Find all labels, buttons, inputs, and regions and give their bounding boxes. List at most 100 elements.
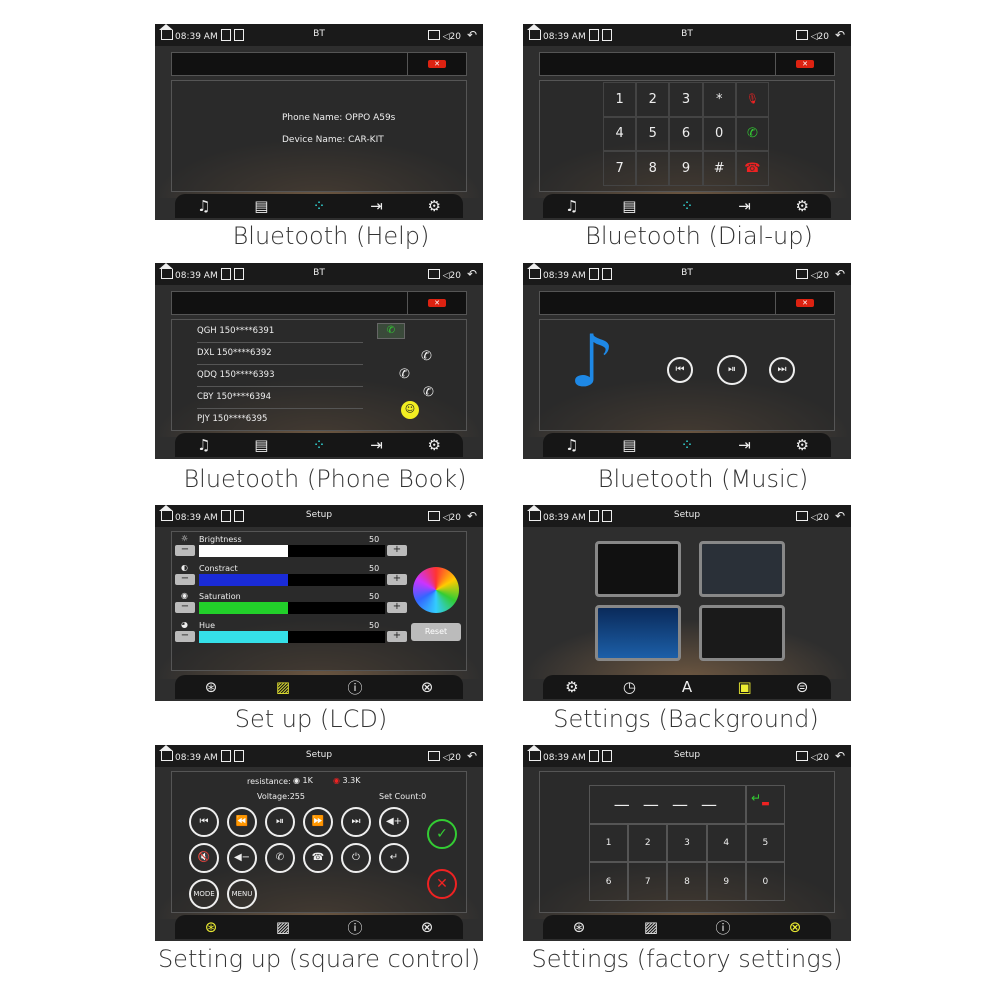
key[interactable]: 4: [603, 116, 637, 152]
wallpaper-option[interactable]: [595, 605, 681, 661]
contacts-icon[interactable]: ▤: [251, 436, 271, 454]
gear-icon[interactable]: ⚙: [792, 197, 812, 215]
volume-up-icon[interactable]: ◀+: [379, 807, 409, 837]
steering-wheel-icon[interactable]: ⊛: [201, 678, 221, 696]
font-icon[interactable]: A: [677, 678, 697, 696]
gear-icon[interactable]: ⚙: [792, 436, 812, 454]
power-icon[interactable]: ⏻: [341, 843, 371, 873]
key[interactable]: 0: [745, 862, 785, 901]
key[interactable]: 2: [636, 82, 670, 117]
back-icon[interactable]: ↶: [835, 28, 845, 42]
key[interactable]: 4: [706, 823, 746, 863]
return-icon[interactable]: ↵: [379, 843, 409, 873]
back-icon[interactable]: ↶: [835, 749, 845, 763]
gear-icon[interactable]: ⚙: [562, 678, 582, 696]
screen-icon[interactable]: [427, 751, 440, 761]
call-icon[interactable]: ✆: [735, 116, 769, 152]
key[interactable]: 9: [706, 862, 746, 901]
clock-settings-icon[interactable]: ◷: [619, 678, 639, 696]
volume-down-icon[interactable]: ◀−: [227, 843, 257, 873]
factory-icon[interactable]: ⊗: [417, 678, 437, 696]
hue-slider[interactable]: [199, 631, 385, 643]
number-input[interactable]: ✕: [539, 291, 835, 315]
key[interactable]: 0: [702, 116, 736, 152]
plus-button[interactable]: +: [387, 545, 407, 556]
confirm-icon[interactable]: ✓: [427, 819, 457, 849]
back-icon[interactable]: ↶: [467, 749, 477, 763]
dialpad-icon[interactable]: ⁘: [677, 436, 697, 454]
screen-icon[interactable]: [795, 511, 808, 521]
transfer-icon[interactable]: ⇥: [735, 436, 755, 454]
resistance-1k-radio[interactable]: ◉ 1K: [293, 776, 313, 785]
next-icon[interactable]: ⏭: [769, 357, 795, 383]
contact-item[interactable]: PJY 150****6395: [197, 409, 363, 431]
key[interactable]: #: [702, 151, 736, 186]
contact-item[interactable]: QDQ 150****6393: [197, 365, 363, 387]
key[interactable]: 9: [669, 151, 703, 186]
transfer-icon[interactable]: ⇥: [735, 197, 755, 215]
minus-button[interactable]: −: [175, 574, 195, 585]
play-pause-icon[interactable]: ⏯: [717, 355, 747, 385]
dialpad-icon[interactable]: ⁘: [309, 197, 329, 215]
contact-item[interactable]: QGH 150****6391: [197, 321, 363, 343]
delete-button[interactable]: ✕: [407, 53, 466, 75]
transfer-icon[interactable]: ⇥: [367, 197, 387, 215]
gear-icon[interactable]: ⚙: [424, 197, 444, 215]
back-icon[interactable]: ↶: [467, 28, 477, 42]
wallpaper-option[interactable]: [699, 605, 785, 661]
key[interactable]: 8: [667, 862, 707, 901]
hangup-icon[interactable]: ☎: [303, 843, 333, 873]
screen-icon[interactable]: [427, 269, 440, 279]
next-icon[interactable]: ⏭: [341, 807, 371, 837]
back-icon[interactable]: ↶: [835, 267, 845, 281]
key[interactable]: 1: [589, 823, 629, 863]
music-icon[interactable]: ♫: [562, 436, 582, 454]
music-icon[interactable]: ♫: [194, 197, 214, 215]
fast-forward-icon[interactable]: ⏩: [303, 807, 333, 837]
gear-icon[interactable]: ⚙: [424, 436, 444, 454]
back-icon[interactable]: ↶: [835, 509, 845, 523]
back-icon[interactable]: ↶: [467, 267, 477, 281]
info-icon[interactable]: ⓘ: [345, 677, 365, 698]
previous-icon[interactable]: ⏮: [667, 357, 693, 383]
key[interactable]: 6: [589, 862, 629, 901]
key[interactable]: 3: [667, 823, 707, 863]
enter-icon[interactable]: ↵: [751, 791, 761, 805]
reset-button[interactable]: Reset: [411, 623, 461, 641]
key[interactable]: 1: [603, 82, 637, 117]
hangup-icon[interactable]: ☎: [735, 151, 769, 186]
resistance-3k-radio[interactable]: ◉ 3.3K: [333, 776, 361, 785]
plus-button[interactable]: +: [387, 631, 407, 642]
key[interactable]: 3: [669, 82, 703, 117]
cancel-icon[interactable]: ✕: [427, 869, 457, 899]
back-icon[interactable]: ↶: [467, 509, 477, 523]
minus-button[interactable]: −: [175, 545, 195, 556]
info-icon[interactable]: ⓘ: [713, 917, 733, 938]
contact-avatar-icon[interactable]: ☺: [401, 401, 419, 419]
contrast-slider[interactable]: [199, 574, 385, 586]
plus-button[interactable]: +: [387, 574, 407, 585]
delete-button[interactable]: ✕: [775, 53, 834, 75]
key[interactable]: 5: [745, 823, 785, 863]
key[interactable]: *: [702, 82, 736, 117]
phone-icon[interactable]: ✆: [421, 349, 432, 364]
screen-icon[interactable]: [427, 30, 440, 40]
steering-wheel-icon[interactable]: ⊛: [201, 918, 221, 936]
phone-icon[interactable]: ✆: [399, 367, 410, 382]
minus-button[interactable]: −: [175, 631, 195, 642]
steering-wheel-icon[interactable]: ⊛: [569, 918, 589, 936]
wallpaper-icon[interactable]: ▣: [735, 678, 755, 696]
transfer-icon[interactable]: ⇥: [367, 436, 387, 454]
key[interactable]: 5: [636, 116, 670, 152]
factory-icon[interactable]: ⊗: [785, 918, 805, 936]
dialpad-icon[interactable]: ⁘: [309, 436, 329, 454]
number-input[interactable]: ✕: [171, 291, 467, 315]
number-input[interactable]: ✕: [171, 52, 467, 76]
mute-icon[interactable]: 🔇: [189, 843, 219, 873]
dialpad-icon[interactable]: ⁘: [677, 197, 697, 215]
previous-icon[interactable]: ⏮: [189, 807, 219, 837]
display-icon[interactable]: ▨: [273, 918, 293, 936]
mode-button[interactable]: MODE: [189, 879, 219, 909]
music-icon[interactable]: ♫: [562, 197, 582, 215]
key[interactable]: 8: [636, 151, 670, 186]
